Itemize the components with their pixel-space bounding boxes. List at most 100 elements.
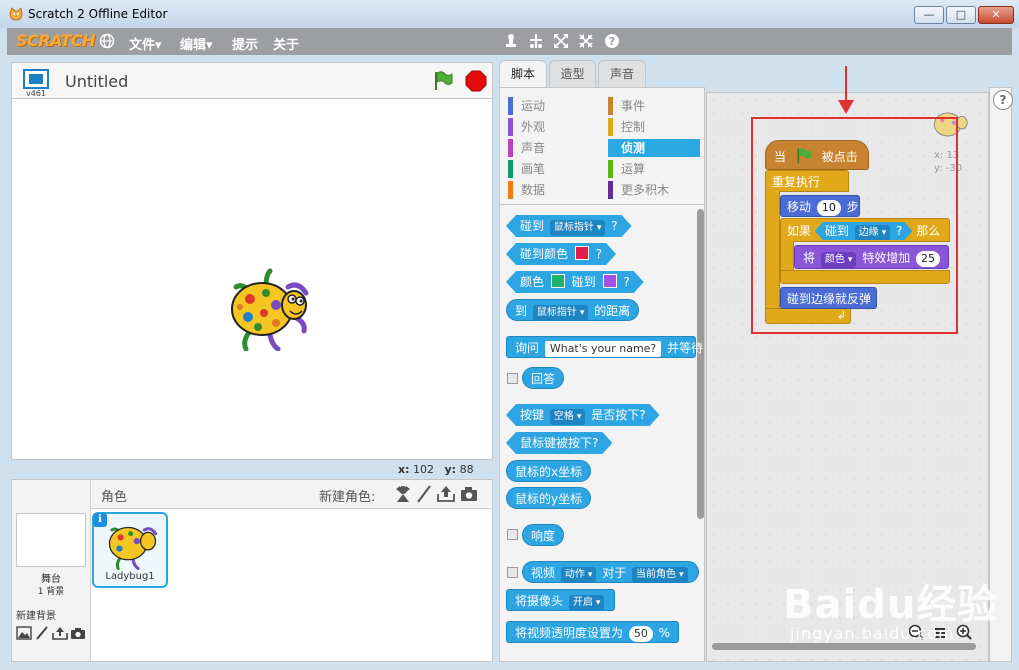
color-swatch-purple[interactable] <box>603 274 617 288</box>
stop-icon[interactable] <box>465 70 487 92</box>
block-ask-and-wait[interactable]: 询问 What's your name? 并等待 <box>506 336 703 358</box>
minimize-button[interactable]: — <box>914 6 944 24</box>
stage-thumbnail[interactable] <box>16 513 86 567</box>
color-swatch-green[interactable] <box>551 274 565 288</box>
block-touching-color[interactable]: 碰到颜色 ? <box>506 243 616 265</box>
sprite-thumbnail-ladybug[interactable]: i Ladybug1 <box>92 512 168 588</box>
palette-scrollbar[interactable] <box>697 209 704 519</box>
mouse-coordinates: x: 102 y: 88 <box>398 463 474 476</box>
block-text: 是否按下? <box>591 408 646 422</box>
category-pen[interactable]: 画笔 <box>508 160 600 178</box>
stage-name: 舞台 <box>41 574 61 585</box>
block-text: ? <box>623 275 630 289</box>
new-backdrop-label: 新建背景 <box>16 611 56 622</box>
block-text: ? <box>611 219 618 233</box>
maximize-button[interactable]: □ <box>946 6 976 24</box>
block-video-motion[interactable]: 视频 动作 对于 当前角色 <box>522 561 699 583</box>
close-button[interactable]: ✕ <box>978 6 1014 24</box>
block-text: 并等待 <box>667 341 704 355</box>
transparency-input[interactable]: 50 <box>628 626 653 642</box>
project-title[interactable]: Untitled <box>65 72 128 91</box>
help-question-icon[interactable]: ? <box>604 33 620 49</box>
dropdown-distance-target[interactable]: 鼠标指针 <box>532 305 589 321</box>
dropdown-video-attribute[interactable]: 动作 <box>560 567 597 583</box>
block-turn-video[interactable]: 将摄像头 开启 <box>506 589 616 611</box>
block-distance-to[interactable]: 到 鼠标指针 的距离 <box>506 299 640 321</box>
stage-header: v461 Untitled <box>11 62 493 98</box>
block-mouse-down[interactable]: 鼠标键被按下? <box>506 432 612 454</box>
scratch-logo[interactable]: SCRATCH <box>16 31 95 50</box>
paint-new-sprite-icon[interactable] <box>415 485 433 503</box>
tab-costumes[interactable]: 造型 <box>549 60 596 87</box>
paint-backdrop-library-icon[interactable] <box>16 626 32 640</box>
block-answer[interactable]: 回答 <box>522 367 565 389</box>
camera-sprite-icon[interactable] <box>460 485 478 503</box>
block-touching[interactable]: 碰到 鼠标指针 ? <box>506 215 632 237</box>
duplicate-stamp-icon[interactable] <box>503 33 519 49</box>
menu-edit[interactable]: 编辑▾ <box>180 34 213 53</box>
watermark: Baidu经验 <box>783 582 999 628</box>
shrink-icon[interactable] <box>578 33 594 49</box>
block-text: 颜色 <box>520 275 545 289</box>
block-set-video-transparency[interactable]: 将视频透明度设置为 50 % <box>506 621 680 643</box>
sprite-library-icon[interactable] <box>394 485 412 503</box>
grow-icon[interactable] <box>553 33 569 49</box>
dropdown-video-state[interactable]: 开启 <box>568 595 605 611</box>
dropdown-video-target[interactable]: 当前角色 <box>632 567 688 583</box>
category-events[interactable]: 事件 <box>608 97 700 115</box>
upload-sprite-icon[interactable] <box>437 485 455 503</box>
category-control[interactable]: 控制 <box>608 118 700 136</box>
tab-sounds[interactable]: 声音 <box>598 60 646 87</box>
dropdown-touching-target[interactable]: 鼠标指针 <box>550 220 606 236</box>
window-title: Scratch 2 Offline Editor <box>28 7 168 21</box>
category-more-blocks[interactable]: 更多积木 <box>608 181 700 199</box>
scripts-horizontal-scrollbar[interactable] <box>712 643 976 650</box>
sprite-panel: 舞台 1 背景 新建背景 角色 新建角色: i Ladybug1 <box>11 479 493 662</box>
category-looks[interactable]: 外观 <box>508 118 600 136</box>
block-text: % <box>658 626 671 640</box>
category-motion[interactable]: 运动 <box>508 97 600 115</box>
sprite-list-header: 角色 新建角色: <box>91 480 492 509</box>
menu-about[interactable]: 关于 <box>273 34 299 53</box>
checkbox-video-motion[interactable] <box>507 567 518 578</box>
cut-scissors-icon[interactable] <box>528 33 544 49</box>
menu-tips[interactable]: 提示 <box>232 34 258 53</box>
category-data[interactable]: 数据 <box>508 181 600 199</box>
block-text: 将视频透明度设置为 <box>515 626 624 640</box>
ladybug-sprite[interactable] <box>220 265 310 351</box>
block-loudness[interactable]: 响度 <box>522 524 565 546</box>
version-label: v461 <box>26 89 47 98</box>
checkbox-loudness[interactable] <box>507 529 518 540</box>
menu-file[interactable]: 文件▾ <box>129 34 162 53</box>
camera-icon[interactable] <box>70 626 86 640</box>
green-flag-icon[interactable] <box>432 70 454 92</box>
category-operators[interactable]: 运算 <box>608 160 700 178</box>
upload-icon[interactable] <box>52 626 68 640</box>
block-text: 碰到 <box>571 275 596 289</box>
block-color-touching-color[interactable]: 颜色 碰到 ? <box>506 271 644 293</box>
block-key-pressed[interactable]: 按键 空格 是否按下? <box>506 404 660 426</box>
checkbox-answer[interactable] <box>507 373 518 384</box>
globe-icon[interactable] <box>99 33 115 49</box>
presentation-mode-icon[interactable] <box>23 69 49 89</box>
block-text: 视频 <box>531 566 556 580</box>
svg-text:?: ? <box>609 35 615 48</box>
tab-scripts[interactable]: 脚本 <box>499 60 547 88</box>
new-sprite-label: 新建角色: <box>319 490 376 505</box>
block-text: 按键 <box>520 408 545 422</box>
scratch-cat-icon <box>9 7 23 21</box>
category-sensing[interactable]: 侦测 <box>608 139 700 157</box>
paint-brush-icon[interactable] <box>34 626 50 640</box>
category-sound[interactable]: 声音 <box>508 139 600 157</box>
menu-bar: SCRATCH 文件▾ 编辑▾ 提示 关于 ? <box>7 28 1012 55</box>
block-mouse-x[interactable]: 鼠标的x坐标 <box>506 460 592 482</box>
mouse-y-label: y: <box>444 463 457 476</box>
stage[interactable] <box>11 98 493 460</box>
color-swatch-red[interactable] <box>575 246 589 260</box>
annotation-highlight-box <box>751 117 958 334</box>
ask-question-input[interactable]: What's your name? <box>544 341 662 357</box>
block-mouse-y[interactable]: 鼠标的y坐标 <box>506 487 592 509</box>
dropdown-key[interactable]: 空格 <box>550 409 586 425</box>
help-icon[interactable]: ? <box>993 90 1013 110</box>
mouse-y-value: 88 <box>459 463 474 476</box>
